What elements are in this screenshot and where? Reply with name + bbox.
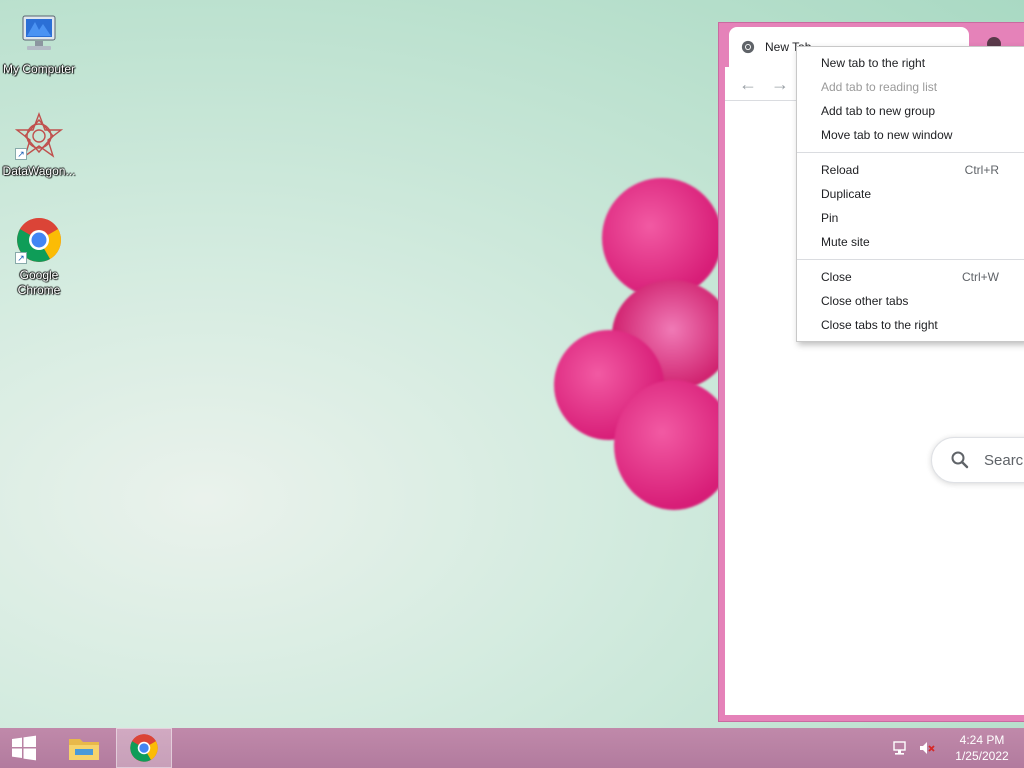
datawagon-logo-icon: ↗ xyxy=(14,112,64,160)
menu-item-mute-site[interactable]: Mute site xyxy=(797,230,1024,254)
menu-item-label: Duplicate xyxy=(821,187,872,201)
menu-item-pin[interactable]: Pin xyxy=(797,206,1024,230)
menu-item-label: Close tabs to the right xyxy=(821,318,938,332)
menu-item-label: New tab to the right xyxy=(821,56,926,70)
menu-item-shortcut: Ctrl+W xyxy=(962,270,999,284)
chrome-logo-icon xyxy=(130,734,158,762)
desktop-icon-label: Google Chrome xyxy=(17,268,61,297)
clock-time: 4:24 PM xyxy=(959,733,1005,747)
menu-item-close[interactable]: Close Ctrl+W xyxy=(797,265,1024,289)
desktop-icon-my-computer[interactable]: My Computer xyxy=(0,10,78,77)
menu-item-label: Close xyxy=(821,270,852,284)
menu-item-label: Add tab to reading list xyxy=(821,80,938,94)
shortcut-arrow-icon: ↗ xyxy=(15,252,27,264)
folder-icon xyxy=(69,739,99,760)
taskbar-clock[interactable]: 4:24 PM 1/25/2022 xyxy=(944,732,1020,764)
menu-item-shortcut: Ctrl+R xyxy=(964,163,999,177)
back-arrow-icon[interactable]: ← xyxy=(737,73,759,95)
menu-item-label: Close other tabs xyxy=(821,294,909,308)
menu-item-label: Reload xyxy=(821,163,860,177)
network-icon[interactable] xyxy=(892,739,910,757)
menu-item-add-tab-to-new-group[interactable]: Add tab to new group xyxy=(797,99,1024,123)
taskbar: 4:24 PM 1/25/2022 xyxy=(0,728,1024,768)
desktop-icon-google-chrome[interactable]: ↗ Google Chrome xyxy=(0,216,78,298)
google-search-box[interactable]: Search xyxy=(931,437,1024,483)
start-button[interactable] xyxy=(0,728,48,768)
volume-muted-icon[interactable] xyxy=(918,739,936,757)
desktop-icon-datawagon[interactable]: ↗ DataWagon... xyxy=(0,112,78,179)
desktop-icon-label: DataWagon... xyxy=(2,164,76,178)
menu-item-duplicate[interactable]: Duplicate xyxy=(797,182,1024,206)
forward-arrow-icon[interactable]: → xyxy=(769,73,791,95)
taskbar-chrome[interactable] xyxy=(116,728,172,768)
taskbar-file-explorer[interactable] xyxy=(56,728,112,768)
menu-item-close-other-tabs[interactable]: Close other tabs xyxy=(797,289,1024,313)
clock-date: 1/25/2022 xyxy=(955,749,1009,763)
computer-icon xyxy=(15,10,63,58)
menu-item-label: Move tab to new window xyxy=(821,128,953,142)
menu-item-label: Mute site xyxy=(821,235,870,249)
menu-separator xyxy=(797,259,1024,260)
menu-item-move-tab-to-new-window[interactable]: Move tab to new window xyxy=(797,123,1024,147)
menu-item-reload[interactable]: Reload Ctrl+R xyxy=(797,158,1024,182)
menu-item-add-tab-to-reading-list: Add tab to reading list xyxy=(797,75,1024,99)
wallpaper-flower xyxy=(540,150,740,530)
chrome-logo-icon: ↗ xyxy=(15,216,63,264)
desktop-icon-label: My Computer xyxy=(2,62,76,76)
system-tray: 4:24 PM 1/25/2022 xyxy=(892,728,1024,768)
menu-item-label: Pin xyxy=(821,211,839,225)
menu-item-new-tab-to-the-right[interactable]: New tab to the right xyxy=(797,51,1024,75)
menu-item-close-tabs-to-the-right[interactable]: Close tabs to the right xyxy=(797,313,1024,337)
chrome-tab-icon xyxy=(741,40,755,54)
shortcut-arrow-icon: ↗ xyxy=(15,148,27,160)
tab-context-menu: New tab to the right Add tab to reading l… xyxy=(796,46,1024,342)
search-icon xyxy=(951,451,969,469)
menu-separator xyxy=(797,152,1024,153)
search-placeholder: Search xyxy=(984,451,1024,469)
windows-logo-icon xyxy=(12,735,36,761)
menu-item-label: Add tab to new group xyxy=(821,104,936,118)
